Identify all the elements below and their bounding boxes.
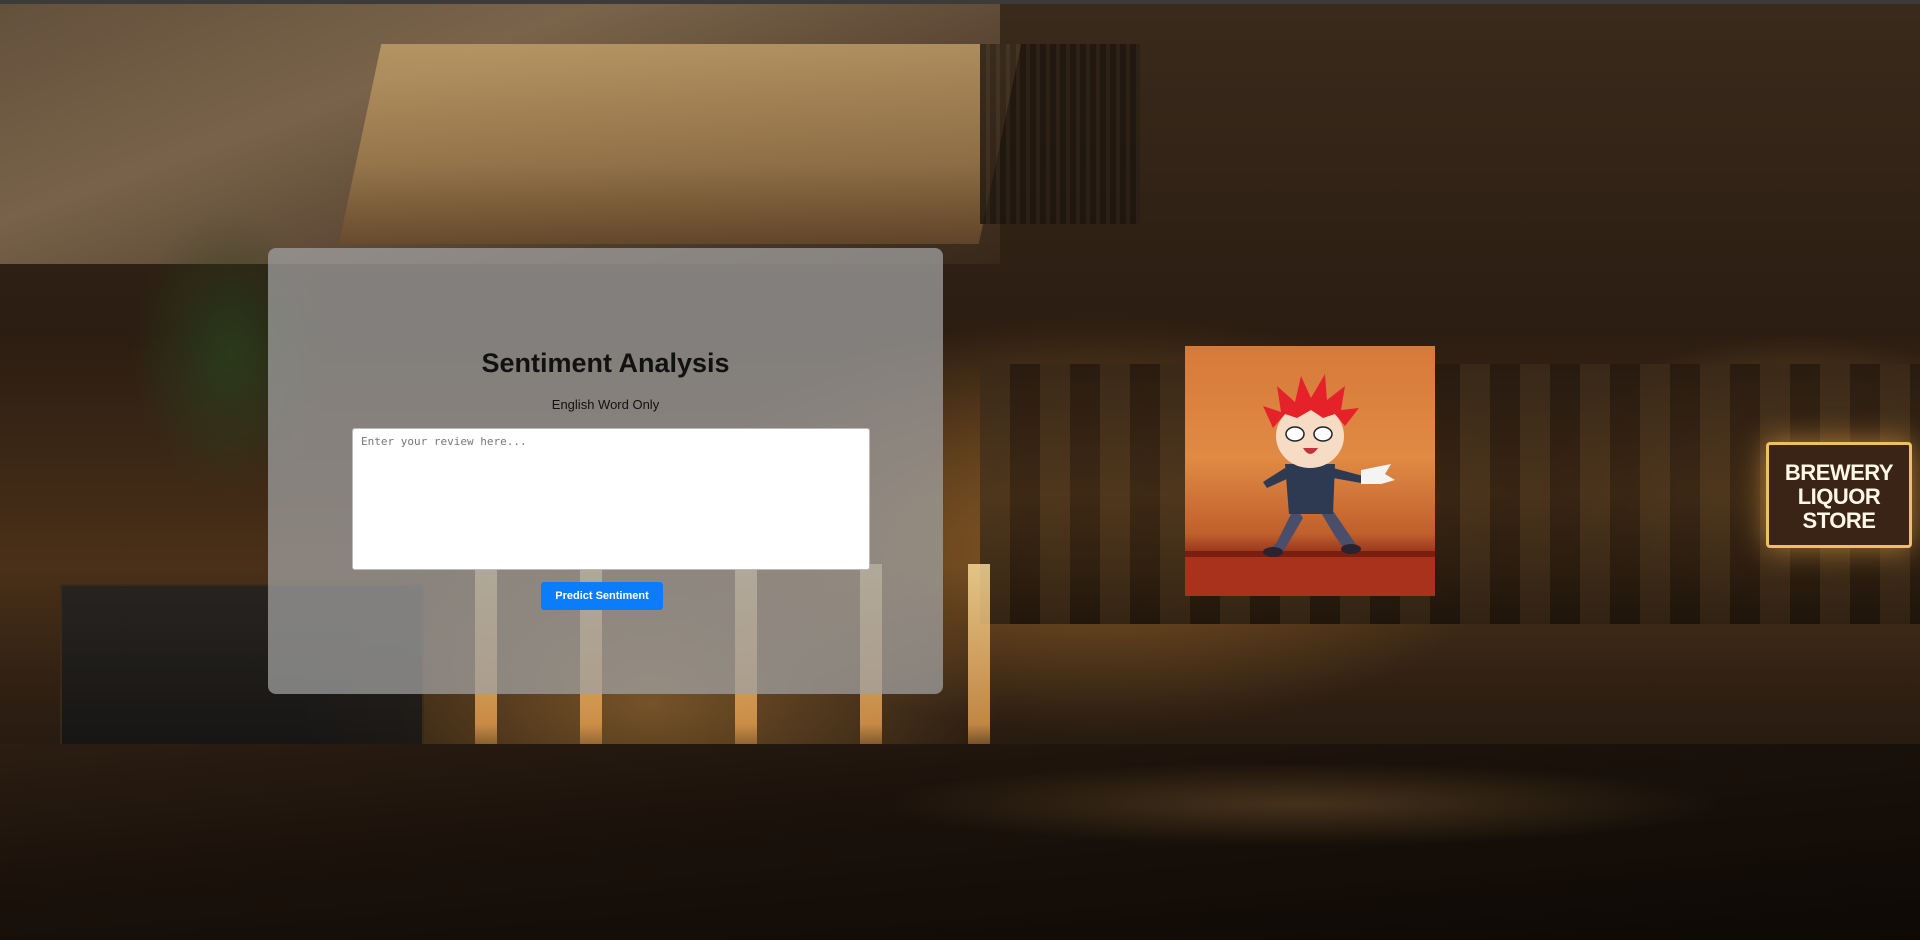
counter-gloss — [700, 764, 1920, 884]
store-sign: BREWERY LIQUOR STORE — [1766, 442, 1912, 548]
sentiment-card: Sentiment Analysis English Word Only Pre… — [268, 248, 943, 694]
page-title: Sentiment Analysis — [481, 348, 730, 378]
character-image — [1185, 346, 1435, 596]
store-sign-line: BREWERY — [1784, 460, 1894, 485]
light-pillar — [968, 564, 990, 764]
ceiling-vent — [980, 44, 1140, 224]
ceiling-panel — [338, 44, 1022, 244]
review-input[interactable] — [352, 428, 870, 570]
anime-character-icon — [1185, 374, 1435, 596]
predict-sentiment-button[interactable]: Predict Sentiment — [541, 582, 663, 610]
store-sign-line: LIQUOR — [1797, 484, 1881, 509]
store-sign-line: STORE — [1802, 508, 1876, 533]
subtitle: English Word Only — [551, 397, 660, 412]
